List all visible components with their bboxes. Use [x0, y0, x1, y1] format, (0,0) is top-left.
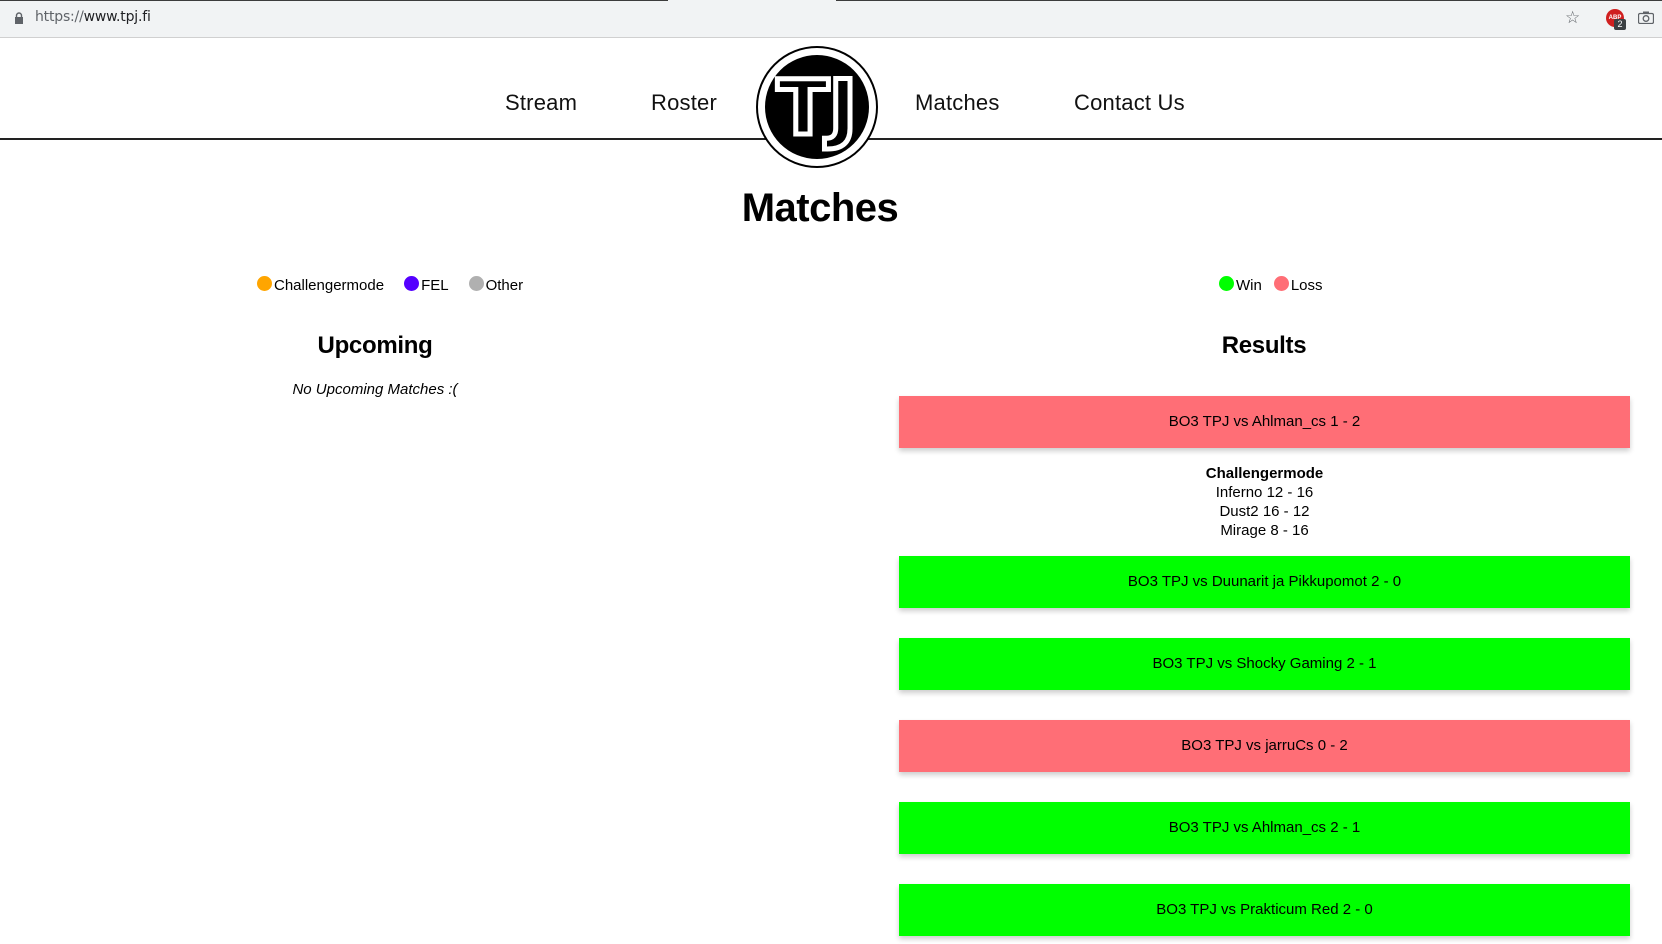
result-details: Challengermode Inferno 12 - 16 Dust2 16 … — [899, 464, 1630, 540]
tj-logo-icon: TJ — [765, 55, 869, 159]
browser-address-bar: https://www.tpj.fi ☆ ABP 2 — [0, 0, 1662, 38]
legend-label: Win — [1236, 277, 1262, 294]
upcoming-title: Upcoming — [317, 332, 433, 359]
result-row-loss[interactable]: BO3 TPJ vs Ahlman_cs 1 - 2 — [899, 396, 1630, 448]
legend-item-loss: Loss — [1273, 276, 1323, 294]
legend-label: FEL — [421, 277, 449, 294]
nav-link-matches[interactable]: Matches — [915, 90, 1000, 116]
results-list: BO3 TPJ vs Ahlman_cs 1 - 2 Challengermod… — [899, 396, 1630, 944]
map-score: Inferno 12 - 16 — [1215, 484, 1314, 501]
legend-label: Challengermode — [274, 277, 385, 294]
map-score: Dust2 16 - 12 — [1219, 503, 1310, 520]
result-row-win[interactable]: BO3 TPJ vs Prakticum Red 2 - 0 — [899, 884, 1630, 936]
legend-label: Loss — [1290, 277, 1323, 294]
map-score: Mirage 8 - 16 — [1220, 522, 1309, 539]
outcome-legend: Win Loss — [1219, 276, 1343, 294]
url-scheme: https:// — [35, 9, 84, 25]
star-icon[interactable]: ☆ — [1565, 8, 1580, 28]
nav-link-contact-us[interactable]: Contact Us — [1074, 90, 1185, 116]
legend-item-challengermode: Challengermode — [257, 276, 385, 294]
url-host: www.tpj.fi — [83, 9, 151, 25]
site-logo[interactable]: TJ — [756, 46, 878, 168]
no-upcoming-message: No Upcoming Matches :( — [292, 381, 458, 398]
result-row-loss[interactable]: BO3 TPJ vs jarruCs 0 - 2 — [899, 720, 1630, 772]
other-dot-icon — [468, 276, 484, 291]
result-row-win[interactable]: BO3 TPJ vs Shocky Gaming 2 - 1 — [899, 638, 1630, 690]
nav-link-roster[interactable]: Roster — [651, 90, 717, 116]
lock-icon — [15, 12, 23, 24]
legend-item-win: Win — [1219, 276, 1262, 294]
fel-dot-icon — [404, 276, 420, 291]
legend-label: Other — [485, 277, 524, 294]
page-title: Matches — [741, 186, 899, 230]
result-league: Challengermode — [1205, 465, 1324, 482]
league-legend: Challengermode FEL Other — [257, 276, 543, 294]
results-title: Results — [1221, 332, 1307, 359]
challengermode-dot-icon — [257, 276, 272, 291]
nav-link-stream[interactable]: Stream — [505, 90, 577, 116]
legend-item-fel: FEL — [404, 276, 449, 294]
loss-dot-icon — [1273, 276, 1289, 291]
adblock-count-badge: 2 — [1614, 19, 1626, 30]
logo-letters: TJ — [777, 63, 857, 152]
camera-icon[interactable] — [1638, 11, 1654, 24]
tab-notch — [668, 0, 836, 2]
result-row-win[interactable]: BO3 TPJ vs Duunarit ja Pikkupomot 2 - 0 — [899, 556, 1630, 608]
legend-item-other: Other — [468, 276, 524, 294]
win-dot-icon — [1219, 276, 1234, 291]
result-row-win[interactable]: BO3 TPJ vs Ahlman_cs 2 - 1 — [899, 802, 1630, 854]
url-field[interactable]: https://www.tpj.fi — [35, 9, 151, 25]
